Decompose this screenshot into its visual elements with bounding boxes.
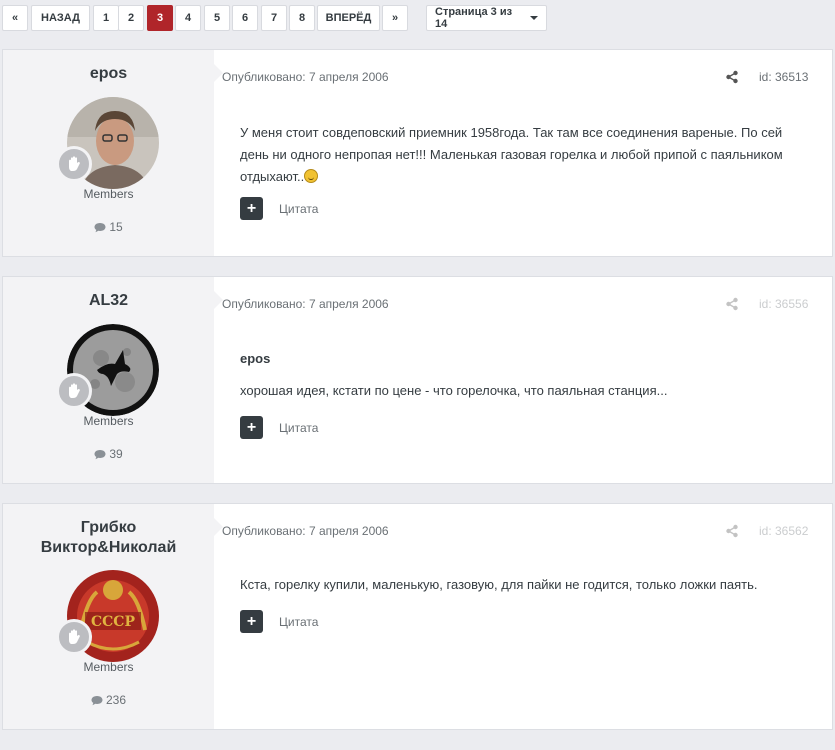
post-date[interactable]: Опубликовано: 7 апреля 2006 [222,70,389,84]
comment-icon [94,222,106,232]
page-8-button[interactable]: 8 [289,5,315,31]
member-group: Members [83,187,134,201]
avatar-text: СССР [91,614,135,630]
multiquote-plus-button[interactable]: + [240,197,263,220]
share-icon[interactable] [725,70,739,84]
quote-button[interactable]: Цитата [279,421,318,435]
page-4-button[interactable]: 4 [175,5,201,31]
post-id[interactable]: id: 36513 [759,70,808,84]
page-5-button[interactable]: 5 [204,5,230,31]
rank-badge-icon [56,619,92,655]
post-id[interactable]: id: 36556 [759,297,808,311]
next-page-button[interactable]: ВПЕРЁД [317,5,380,31]
post-count-value: 15 [109,220,123,234]
quote-button[interactable]: Цитата [279,615,318,629]
multiquote-plus-button[interactable]: + [240,610,263,633]
post-text: хорошая идея, кстати по цене - что горел… [240,383,668,398]
laugh-emoji-icon [304,169,319,183]
author-name-line1: Грибко [80,519,137,536]
first-page-button[interactable]: « [2,5,28,31]
author-panel: epos Members 15 [3,50,214,256]
page-7-button[interactable]: 7 [261,5,287,31]
post-count: 39 [3,447,214,461]
post: Грибко Виктор&Николай СССР Members 236 О… [2,503,833,730]
quoted-author[interactable]: epos [240,351,270,366]
prev-page-button[interactable]: НАЗАД [31,5,90,31]
page-jump-dropdown[interactable]: Страница 3 из 14 [426,5,547,31]
author-name[interactable]: Грибко Виктор&Николай [3,518,214,558]
author-name-line2: Виктор&Николай [40,539,177,556]
post-text: Кста, горелку купили, маленькую, газовую… [240,577,758,592]
comment-icon [91,695,103,705]
page-1-button[interactable]: 1 [93,5,119,31]
post: epos Members 15 Опубликовано: 7 апреля 2… [2,49,833,257]
author-name[interactable]: AL32 [3,291,214,311]
quote-button[interactable]: Цитата [279,202,318,216]
page-jump-label: Страница 3 из 14 [435,6,513,30]
page-2-button[interactable]: 2 [118,5,144,31]
post-text: У меня стоит совдеповский приемник 1958г… [240,125,783,184]
author-panel: Грибко Виктор&Николай СССР Members 236 [3,504,214,729]
multiquote-plus-button[interactable]: + [240,416,263,439]
share-icon[interactable] [725,524,739,538]
rank-badge-icon [56,146,92,182]
member-group: Members [83,414,134,428]
share-icon[interactable] [725,297,739,311]
post-count-value: 236 [105,693,127,707]
caret-down-icon [530,16,538,20]
member-group: Members [83,660,134,674]
post: AL32 Members 39 Опубликовано: 7 апреля 2… [2,276,833,484]
comment-icon [94,449,106,459]
author-panel: AL32 Members 39 [3,277,214,483]
author-name[interactable]: epos [3,64,214,84]
post-count: 236 [3,693,214,707]
post-count: 15 [3,220,214,234]
post-count-value: 39 [109,447,123,461]
last-page-button[interactable]: » [382,5,408,31]
rank-badge-icon [56,373,92,409]
post-content: У меня стоит совдеповский приемник 1958г… [240,122,805,188]
page-6-button[interactable]: 6 [232,5,258,31]
post-date[interactable]: Опубликовано: 7 апреля 2006 [222,524,389,538]
post-id[interactable]: id: 36562 [759,524,808,538]
post-date[interactable]: Опубликовано: 7 апреля 2006 [222,297,389,311]
page-3-button-active[interactable]: 3 [147,5,173,31]
